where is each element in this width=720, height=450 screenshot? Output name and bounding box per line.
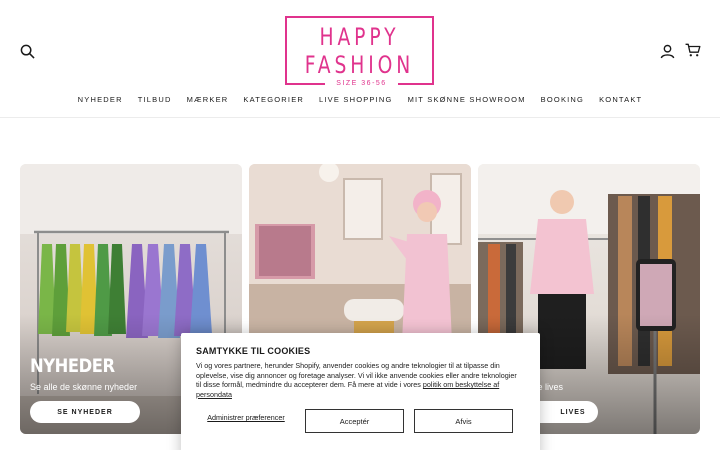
nav-item-kontakt[interactable]: KONTAKT: [599, 95, 642, 104]
card-button-label: LIVES: [560, 408, 586, 416]
manage-preferences-link[interactable]: Administrer præferencer: [196, 413, 296, 422]
nav-item-live-shopping[interactable]: LIVE SHOPPING: [319, 95, 393, 104]
consent-title: SAMTYKKE TIL COOKIES: [196, 346, 311, 356]
logo-tagline: SIZE 36-56: [325, 79, 398, 89]
nav-item-tilbud[interactable]: TILBUD: [138, 95, 172, 104]
nav-item-nyheder[interactable]: NYHEDER: [78, 95, 123, 104]
main-nav: NYHEDER TILBUD MÆRKER KATEGORIER LIVE SH…: [0, 95, 720, 104]
cart-button[interactable]: [681, 38, 705, 62]
site-header: HAPPY FASHION SIZE 36-56 NYHEDER TILBUD …: [0, 0, 720, 118]
see-news-button[interactable]: SE NYHEDER: [30, 401, 140, 423]
site-logo[interactable]: HAPPY FASHION SIZE 36-56: [285, 16, 434, 89]
card-subtitle: Se alle de skønne nyheder: [30, 382, 138, 392]
nav-item-kategorier[interactable]: KATEGORIER: [243, 95, 304, 104]
decline-button[interactable]: Afvis: [414, 409, 513, 433]
search-button[interactable]: [15, 39, 39, 63]
account-button[interactable]: [655, 39, 679, 63]
account-icon: [660, 44, 674, 58]
nav-item-maerker[interactable]: MÆRKER: [187, 95, 229, 104]
consent-text: Vi og vores partnere, herunder Shopify, …: [196, 361, 518, 399]
logo-line-2: FASHION: [304, 51, 415, 79]
card-title: NYHEDER: [30, 355, 115, 377]
accept-button[interactable]: Acceptér: [305, 409, 404, 433]
nav-item-booking[interactable]: BOOKING: [541, 95, 584, 104]
cookie-consent-dialog: SAMTYKKE TIL COOKIES Vi og vores partner…: [181, 333, 540, 450]
nav-item-showroom[interactable]: MIT SKØNNE SHOWROOM: [408, 95, 526, 104]
logo-line-1: HAPPY: [319, 23, 400, 51]
search-icon: [20, 44, 35, 59]
cart-icon: [685, 43, 701, 57]
